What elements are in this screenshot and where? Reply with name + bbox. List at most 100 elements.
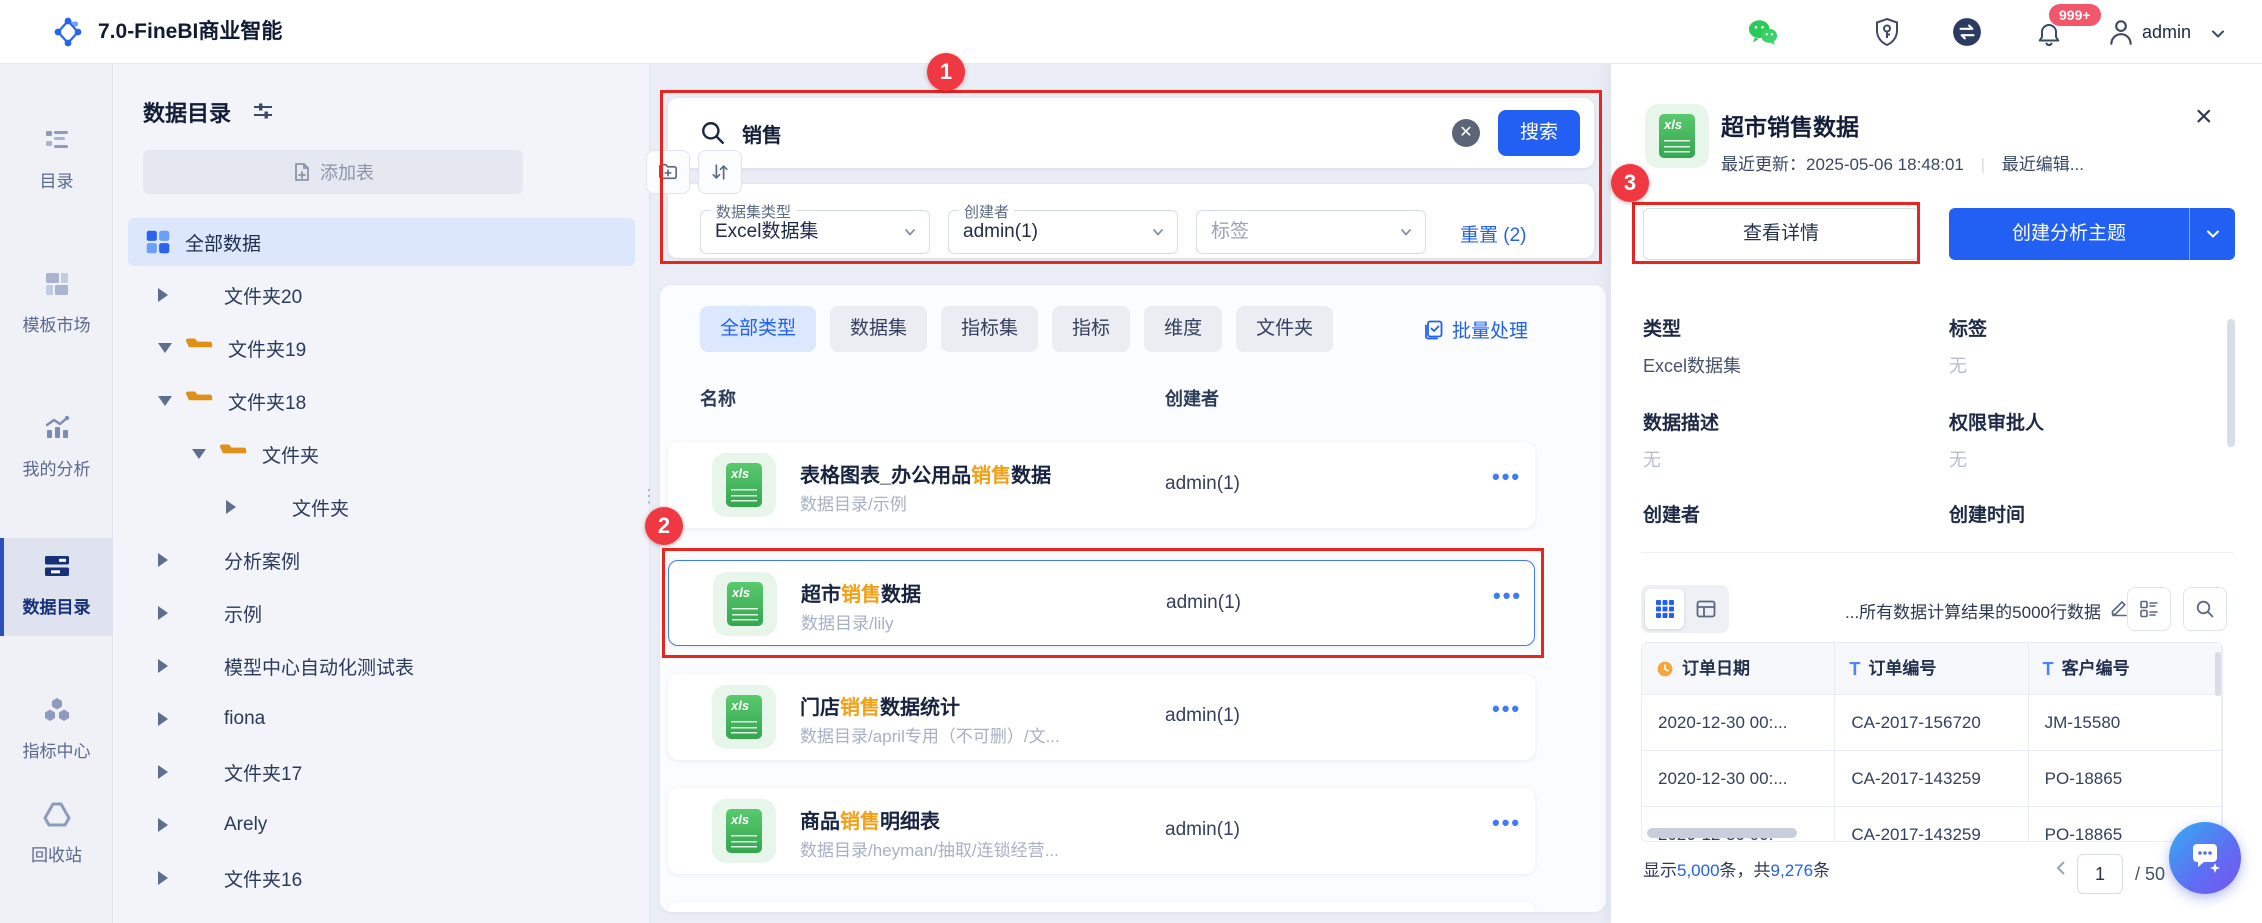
field-value: Excel数据集 xyxy=(1643,356,1742,376)
collapse-arrow-icon[interactable] xyxy=(192,449,206,459)
create-analysis-icon[interactable] xyxy=(1440,473,1464,497)
clear-search-icon[interactable]: ✕ xyxy=(1452,119,1480,147)
sort-button[interactable] xyxy=(698,150,742,194)
page-number-input[interactable] xyxy=(2077,854,2123,894)
username-label[interactable]: admin xyxy=(2142,0,2191,64)
table-header-cell[interactable]: T 客户编号 xyxy=(2028,643,2222,695)
batch-process-button[interactable]: 批量处理 xyxy=(1422,316,1528,343)
structure-view-button[interactable] xyxy=(1686,589,1725,629)
chevron-down-icon xyxy=(2206,230,2219,238)
tree-item-folder[interactable]: 文件夹16 xyxy=(128,854,635,902)
tree-item-folder[interactable]: fiona xyxy=(128,695,635,743)
chevron-down-icon xyxy=(1152,228,1164,236)
expand-arrow-icon[interactable] xyxy=(158,659,168,673)
create-analysis-icon[interactable] xyxy=(1440,819,1464,843)
table-horizontal-scrollbar[interactable] xyxy=(1647,828,1797,838)
grid-view-button[interactable] xyxy=(1645,589,1684,629)
user-avatar-icon[interactable] xyxy=(2106,17,2136,47)
table-vertical-scrollbar[interactable] xyxy=(2215,652,2221,696)
dataset-type-select[interactable]: 数据集类型 Excel数据集 xyxy=(700,201,930,254)
security-shield-icon[interactable] xyxy=(1872,17,1902,47)
tree-filter-icon[interactable] xyxy=(252,100,274,122)
tree-item-folder[interactable]: Arely xyxy=(128,801,635,849)
collapse-arrow-icon[interactable] xyxy=(158,396,172,406)
tab-folder[interactable]: 文件夹 xyxy=(1236,306,1334,352)
detail-scrollbar[interactable] xyxy=(2227,319,2235,447)
table-header-cell[interactable]: T 订单编号 xyxy=(1835,643,2029,695)
structure-view-icon xyxy=(1696,600,1715,618)
dataset-row-selected[interactable]: xls 超市销售数据 数据目录/lily admin(1) ••• xyxy=(668,560,1535,646)
tree-item-folder[interactable]: 文件夹17 xyxy=(128,748,635,796)
chat-bubble-icon xyxy=(2193,844,2220,873)
new-folder-button[interactable] xyxy=(646,150,690,194)
create-analysis-dropdown[interactable] xyxy=(2189,208,2235,260)
tab-metric-set[interactable]: 指标集 xyxy=(941,306,1039,352)
tree-item-folder[interactable]: 文件夹19 xyxy=(128,324,635,372)
tree-item-all-data[interactable]: 全部数据 xyxy=(128,218,635,266)
sidebar-item-data-catalog[interactable]: 数据目录 xyxy=(0,538,113,636)
table-search-button[interactable] xyxy=(2183,587,2227,631)
tab-all-types[interactable]: 全部类型 xyxy=(700,306,817,352)
tree-item-folder[interactable]: 模型中心自动化测试表 xyxy=(128,642,635,690)
sidebar-item-recycle-bin[interactable]: 回收站 xyxy=(0,786,113,884)
expand-arrow-icon[interactable] xyxy=(158,818,168,832)
dataset-row[interactable] xyxy=(668,902,1535,912)
search-button[interactable]: 搜索 xyxy=(1498,110,1580,156)
ai-chat-button[interactable] xyxy=(2169,822,2241,894)
more-actions-icon[interactable]: ••• xyxy=(1492,810,1521,836)
sidebar-item-catalog[interactable]: 目录 xyxy=(0,112,113,210)
create-analysis-icon[interactable] xyxy=(1440,705,1464,729)
search-input[interactable] xyxy=(742,116,1432,150)
expand-arrow-icon[interactable] xyxy=(226,500,236,514)
tree-item-folder[interactable]: 文件夹20 xyxy=(128,271,635,319)
expand-arrow-icon[interactable] xyxy=(158,288,168,302)
collapse-arrow-icon[interactable] xyxy=(158,343,172,353)
more-actions-icon[interactable]: ••• xyxy=(1492,696,1521,722)
batch-process-icon xyxy=(1425,320,1443,339)
user-menu-chevron-icon[interactable] xyxy=(2210,26,2226,42)
sidebar-item-metric-center[interactable]: 指标中心 xyxy=(0,682,113,780)
sidebar-item-my-analysis[interactable]: 我的分析 xyxy=(0,400,113,498)
tree-item-label: 文件夹 xyxy=(292,498,350,520)
recycle-bin-icon xyxy=(43,802,70,827)
panel-resize-handle[interactable]: ⋮ xyxy=(640,487,658,505)
tree-item-folder[interactable]: 文件夹 xyxy=(128,430,635,478)
create-analysis-icon[interactable] xyxy=(1441,592,1465,616)
close-icon[interactable]: × xyxy=(2195,102,2213,132)
dataset-row[interactable]: xls 表格图表_办公用品销售数据 数据目录/示例 admin(1) ••• xyxy=(668,442,1535,528)
expand-arrow-icon[interactable] xyxy=(158,871,168,885)
reset-filters-link[interactable]: 重置 (2) xyxy=(1460,220,1527,247)
total-pages-label: / 50 xyxy=(2135,864,2166,884)
tree-item-folder[interactable]: 示例 xyxy=(128,589,635,637)
tab-metric[interactable]: 指标 xyxy=(1052,306,1131,352)
tab-dataset[interactable]: 数据集 xyxy=(830,306,928,352)
sidebar-item-template-market[interactable]: 模板市场 xyxy=(0,256,113,354)
view-details-button[interactable]: 查看详情 xyxy=(1643,208,1919,260)
expand-arrow-icon[interactable] xyxy=(158,606,168,620)
tag-select[interactable]: 标签 xyxy=(1196,210,1426,254)
tree-item-folder[interactable]: 分析案例 xyxy=(128,536,635,584)
dataset-row[interactable]: xls 商品销售明细表 数据目录/heyman/抽取/连锁经营... admin… xyxy=(668,788,1535,874)
tree-item-folder[interactable]: 文件夹18 xyxy=(128,377,635,425)
expand-arrow-icon[interactable] xyxy=(158,712,168,726)
field-settings-button[interactable] xyxy=(2127,587,2171,631)
wechat-icon[interactable] xyxy=(1748,17,1778,47)
field-label: 创建时间 xyxy=(1949,505,2026,526)
excel-file-icon: xls xyxy=(713,572,777,636)
tab-dimension[interactable]: 维度 xyxy=(1144,306,1223,352)
tree-item-folder[interactable]: 文件夹 xyxy=(128,483,635,531)
creator-select[interactable]: 创建者 admin(1) xyxy=(948,201,1178,254)
more-actions-icon[interactable]: ••• xyxy=(1492,464,1521,490)
table-header-cell[interactable]: 订单日期 xyxy=(1642,643,1836,695)
more-actions-icon[interactable]: ••• xyxy=(1493,583,1522,609)
edit-note-icon[interactable] xyxy=(2109,597,2129,617)
create-analysis-button[interactable]: 创建分析主题 xyxy=(1949,208,2235,260)
prev-page-icon[interactable] xyxy=(2053,860,2069,876)
search-results-panel: ✕ 搜索 数据集类型 Excel数据集 创建者 admin(1) 标签 重置 (… xyxy=(650,64,1610,923)
expand-arrow-icon[interactable] xyxy=(158,765,168,779)
add-table-button[interactable]: 添加表 xyxy=(143,150,523,194)
expand-arrow-icon[interactable] xyxy=(158,553,168,567)
dataset-row[interactable]: xls 门店销售数据统计 数据目录/april专用（不可删）/文... admi… xyxy=(668,674,1535,760)
preview-view-toggle xyxy=(1641,585,1729,633)
transfer-icon[interactable] xyxy=(1952,17,1982,47)
